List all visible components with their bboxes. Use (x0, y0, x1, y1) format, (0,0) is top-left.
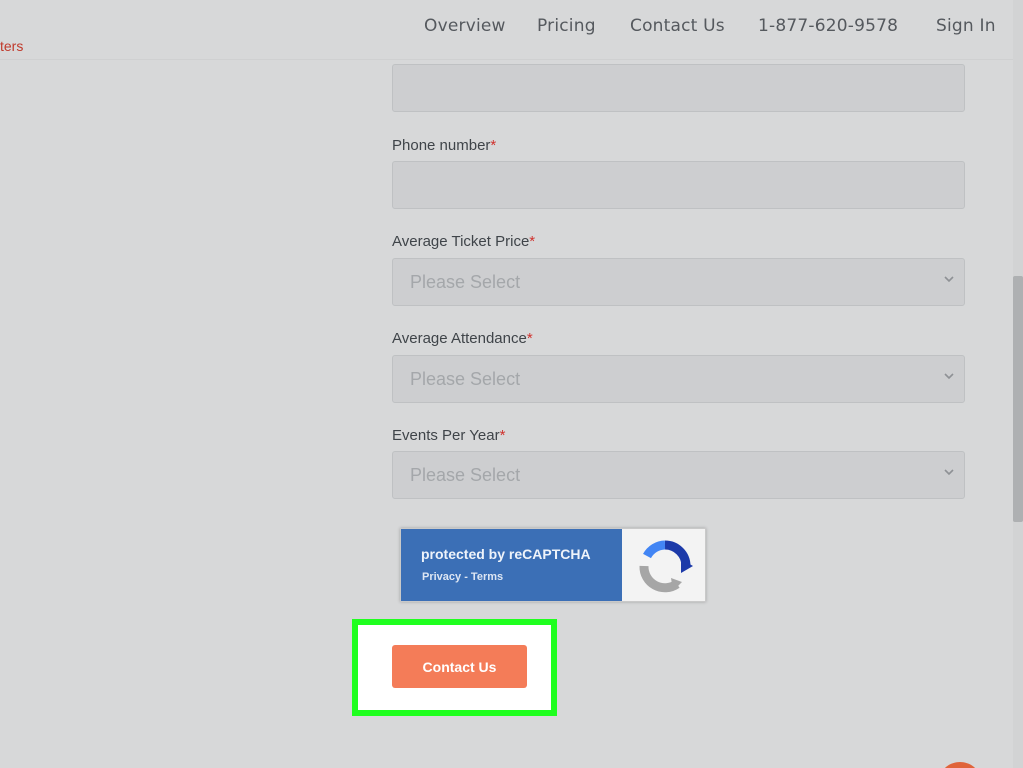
nav-contact-us[interactable]: Contact Us (630, 16, 725, 36)
average-ticket-price-select[interactable]: Please Select (392, 258, 965, 306)
average-attendance-label-text: Average Attendance (392, 330, 527, 347)
events-per-year-label: Events Per Year* (392, 427, 505, 444)
scrollbar-thumb[interactable] (1013, 276, 1023, 522)
average-attendance-label: Average Attendance* (392, 330, 533, 347)
nav-pricing[interactable]: Pricing (537, 16, 596, 36)
recaptcha-privacy-terms-links[interactable]: Privacy - Terms (422, 571, 503, 583)
phone-number-label-text: Phone number (392, 137, 491, 154)
chat-launcher-icon[interactable] (938, 762, 982, 768)
chevron-down-icon (944, 373, 954, 380)
previous-field-input[interactable] (392, 64, 965, 112)
required-asterisk: * (499, 427, 506, 444)
phone-number-input[interactable] (392, 161, 965, 209)
brand-link-fragment[interactable]: ters (0, 38, 23, 54)
contact-us-submit-button[interactable]: Contact Us (392, 645, 527, 688)
average-ticket-price-label: Average Ticket Price* (392, 233, 535, 250)
average-ticket-price-label-text: Average Ticket Price (392, 233, 530, 250)
top-navigation: ters Overview Pricing Contact Us 1-877-6… (0, 0, 1013, 60)
phone-number-label: Phone number* (392, 137, 496, 154)
events-per-year-select[interactable]: Please Select (392, 451, 965, 499)
required-asterisk: * (526, 330, 533, 347)
chevron-down-icon (944, 469, 954, 476)
required-asterisk: * (490, 137, 497, 154)
events-per-year-label-text: Events Per Year (392, 427, 500, 444)
select-placeholder: Please Select (410, 369, 521, 389)
nav-phone-number[interactable]: 1-877-620-9578 (758, 16, 898, 36)
recaptcha-logo-icon (639, 540, 693, 593)
select-placeholder: Please Select (410, 465, 521, 485)
recaptcha-title: protected by reCAPTCHA (421, 546, 591, 562)
select-placeholder: Please Select (410, 272, 521, 292)
nav-overview[interactable]: Overview (424, 16, 506, 36)
page: ters Overview Pricing Contact Us 1-877-6… (0, 0, 1023, 768)
recaptcha-badge[interactable]: protected by reCAPTCHA Privacy - Terms (400, 528, 706, 602)
average-attendance-select[interactable]: Please Select (392, 355, 965, 403)
recaptcha-info-panel: protected by reCAPTCHA Privacy - Terms (401, 529, 622, 601)
nav-sign-in[interactable]: Sign In (936, 16, 996, 36)
required-asterisk: * (529, 233, 536, 250)
chevron-down-icon (944, 276, 954, 283)
